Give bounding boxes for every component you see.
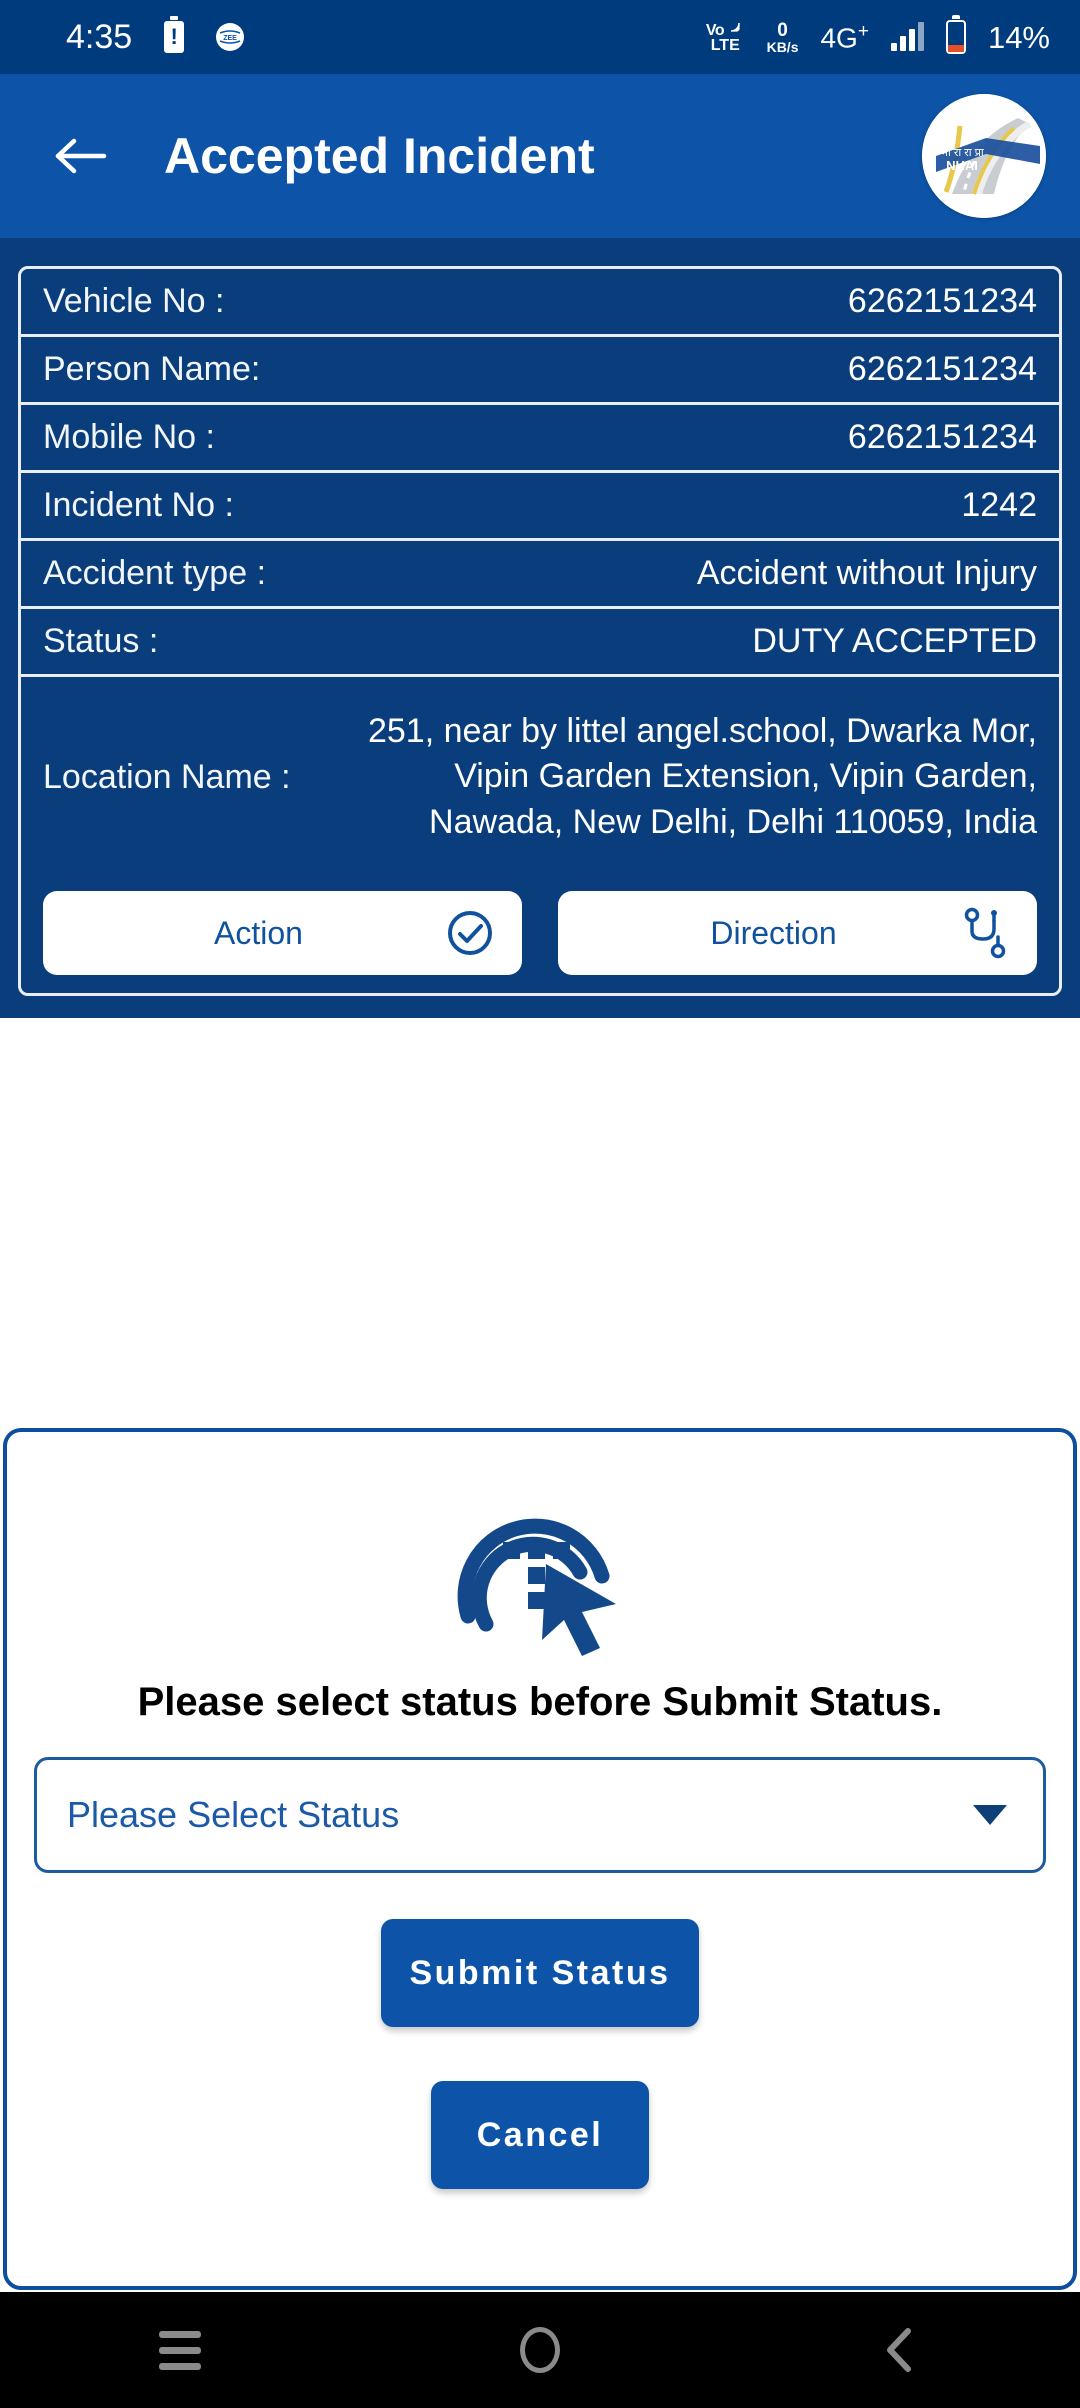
route-icon [959, 907, 1011, 959]
table-row-location: Location Name : 251, near by littel ange… [21, 677, 1059, 877]
action-button-label: Action [214, 914, 303, 951]
battery-alert-icon [164, 16, 185, 53]
incident-details-table: Vehicle No : 6262151234 Person Name: 626… [18, 266, 1062, 996]
status-bar: 4:35 ZEE Vo LTE [0, 0, 1080, 74]
network-type-indicator: 4G+ [820, 22, 868, 52]
cancel-button[interactable]: Cancel [431, 2081, 649, 2189]
submit-status-button[interactable]: Submit Status [381, 1919, 699, 2027]
data-rate-indicator: 0 KB/s [767, 21, 799, 54]
back-chevron-icon[interactable] [840, 2292, 960, 2408]
action-button[interactable]: Action [43, 891, 522, 975]
row-label: Accident type : [43, 554, 267, 592]
incident-info-panel: Vehicle No : 6262151234 Person Name: 626… [0, 238, 1080, 1018]
table-row: Incident No : 1242 [21, 473, 1059, 541]
recents-menu-icon[interactable] [120, 2292, 240, 2408]
app-bar: Accepted Incident भा रा रा प्रा NHAI [0, 74, 1080, 238]
svg-text:ZEE: ZEE [223, 35, 237, 42]
row-value: 6262151234 [847, 282, 1037, 320]
nhai-logo: भा रा रा प्रा NHAI [922, 94, 1046, 218]
app-notification-icon: ZEE [216, 23, 245, 51]
row-value: 6262151234 [847, 350, 1037, 388]
row-value: DUTY ACCEPTED [752, 622, 1037, 660]
phone-screen: 4:35 ZEE Vo LTE [0, 0, 1080, 2408]
data-rate-unit: KB/s [766, 38, 799, 55]
status-bar-clock: 4:35 [66, 18, 133, 56]
network-type-plus: + [857, 20, 869, 42]
check-circle-icon [444, 907, 496, 959]
status-select-value: Please Select Status [67, 1794, 400, 1835]
row-value: Accident without Injury [696, 554, 1037, 592]
network-type-label: 4G [820, 22, 858, 54]
battery-percent-label: 14% [987, 19, 1050, 55]
volte-bottom-label: LTE [710, 37, 740, 54]
status-select[interactable]: Please Select Status [34, 1757, 1046, 1873]
dialog-heading: Please select status before Submit Statu… [137, 1680, 943, 1724]
location-value: 251, near by littel angel.school, Dwarka… [367, 712, 1037, 841]
location-label: Location Name : [43, 757, 291, 796]
status-bar-left: 4:35 ZEE [66, 16, 245, 56]
table-row: Vehicle No : 6262151234 [21, 269, 1059, 337]
table-row: Status : DUTY ACCEPTED [21, 609, 1059, 677]
tap-select-cursor-icon [440, 1464, 640, 1664]
row-value: 6262151234 [847, 418, 1037, 456]
status-selection-dialog: Please select status before Submit Statu… [3, 1428, 1077, 2290]
signal-strength-icon [890, 22, 924, 51]
direction-button[interactable]: Direction [558, 891, 1037, 975]
row-label: Incident No : [43, 486, 234, 524]
android-navigation-bar [0, 2292, 1080, 2408]
chevron-down-icon [973, 1805, 1007, 1825]
battery-icon [945, 15, 966, 54]
row-label: Status : [43, 622, 159, 660]
row-value: 1242 [961, 486, 1037, 524]
table-row: Mobile No : 6262151234 [21, 405, 1059, 473]
volte-icon: Vo LTE [706, 21, 745, 53]
page-background [0, 1018, 1080, 1428]
status-bar-right: Vo LTE 0 KB/s 4G+ 14% [706, 15, 1050, 55]
back-arrow-icon[interactable] [48, 124, 112, 188]
page-title: Accepted Incident [164, 128, 595, 184]
table-row: Accident type : Accident without Injury [21, 541, 1059, 609]
row-label: Vehicle No : [43, 282, 225, 320]
svg-text:NHAI: NHAI [946, 158, 978, 173]
data-rate-value: 0 [777, 19, 788, 41]
table-row: Person Name: 6262151234 [21, 337, 1059, 405]
panel-action-buttons: Action Direction [21, 877, 1059, 993]
home-circle-icon[interactable] [480, 2292, 600, 2408]
direction-button-label: Direction [710, 914, 837, 951]
row-label: Mobile No : [43, 418, 215, 456]
row-label: Person Name: [43, 350, 261, 388]
